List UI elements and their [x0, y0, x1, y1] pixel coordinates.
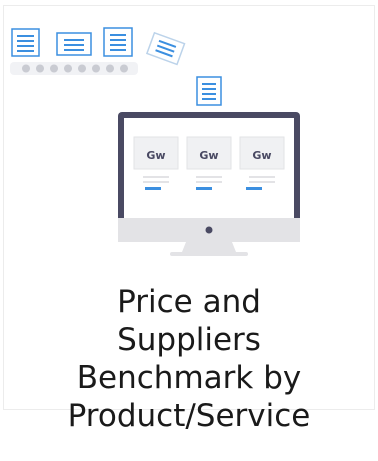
logo-text: Gw: [199, 149, 218, 162]
monitor-illustration: Gw Gw Gw: [118, 112, 300, 256]
title-line: Benchmark by: [76, 360, 302, 396]
title-line: Product/Service: [67, 398, 311, 434]
pagination-dots: [10, 62, 138, 75]
logo-text: Gw: [146, 149, 165, 162]
document-icon: [196, 76, 222, 106]
logo-text: Gw: [252, 149, 271, 162]
title-line: Price and: [117, 284, 261, 320]
benchmark-illustration: Gw Gw Gw: [10, 27, 300, 256]
document-icon: [56, 32, 92, 56]
document-icon: [145, 31, 186, 66]
document-icon: [11, 28, 40, 57]
title-line: Suppliers: [117, 322, 261, 358]
card-title[interactable]: Price and Suppliers Benchmark by Product…: [0, 283, 378, 435]
document-icon: [103, 27, 133, 57]
